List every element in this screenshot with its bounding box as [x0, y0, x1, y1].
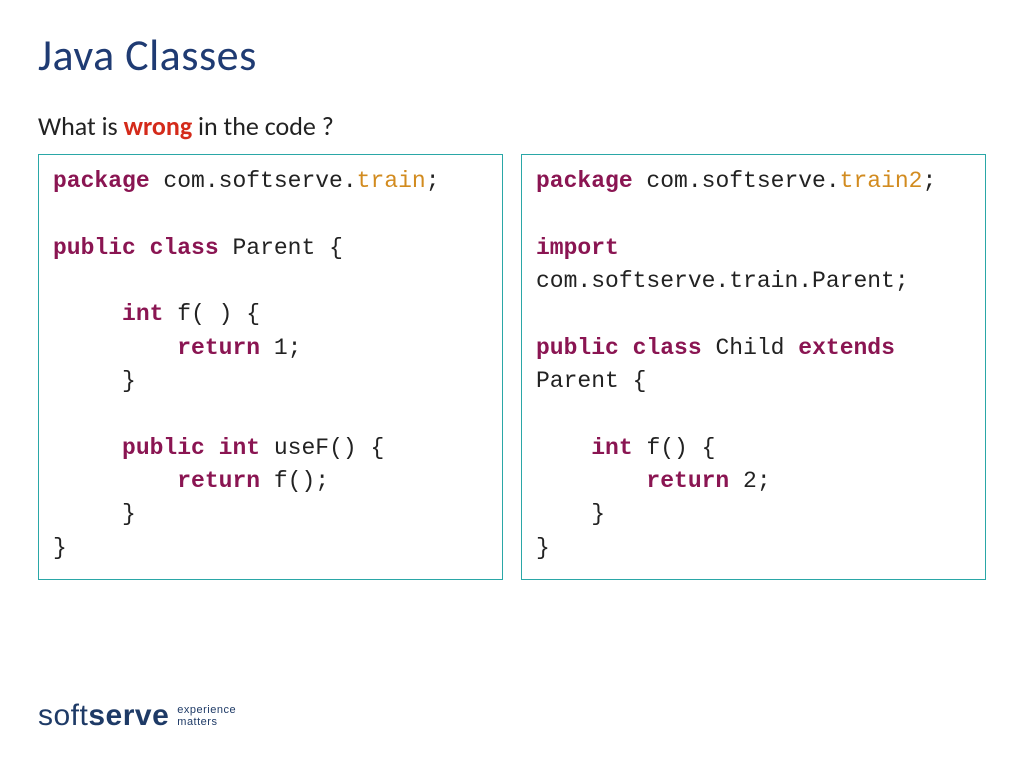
text: ; [426, 168, 440, 194]
kw-return: return [177, 335, 260, 361]
logo-soft: soft [38, 699, 88, 732]
logo-tag-line1: experience [177, 704, 236, 716]
kw-package: package [53, 168, 150, 194]
text: } [53, 368, 136, 394]
kw-int: int [122, 301, 163, 327]
subtitle-before: What is [38, 110, 124, 142]
logo-tagline: experience matters [177, 704, 236, 728]
text [205, 435, 219, 461]
logo-serve: serve [88, 699, 169, 732]
text: f( ) { [163, 301, 260, 327]
text: } [53, 535, 67, 561]
text: } [536, 501, 605, 527]
kw-public: public [122, 435, 205, 461]
code-left: package com.softserve.train; public clas… [38, 154, 503, 580]
text: Parent { [536, 368, 646, 394]
kw-return: return [646, 468, 729, 494]
text: ; [923, 168, 937, 194]
kw-public: public [536, 335, 619, 361]
kw-return: return [177, 468, 260, 494]
kw-class: class [150, 235, 219, 261]
code-right: package com.softserve.train2; import com… [521, 154, 986, 580]
text: useF() { [260, 435, 384, 461]
kw-class: class [633, 335, 702, 361]
kw-public: public [53, 235, 136, 261]
indent [53, 335, 177, 361]
kw-extends: extends [798, 335, 895, 361]
kw-import: import [536, 235, 619, 261]
slide-subtitle: What is wrong in the code ? [38, 110, 986, 142]
text: } [53, 501, 136, 527]
indent [53, 468, 177, 494]
text: com.softserve. [633, 168, 840, 194]
pkg-name: train2 [840, 168, 923, 194]
pkg-name: train [357, 168, 426, 194]
subtitle-after: in the code ? [192, 110, 334, 142]
kw-package: package [536, 168, 633, 194]
text [619, 335, 633, 361]
text: f() { [633, 435, 716, 461]
logo-tag-line2: matters [177, 716, 236, 728]
text: com.softserve.train.Parent; [536, 268, 909, 294]
slide: Java Classes What is wrong in the code ?… [0, 0, 1024, 767]
text: f(); [260, 468, 329, 494]
text: 1; [260, 335, 301, 361]
text: 2; [729, 468, 770, 494]
indent [53, 301, 122, 327]
text: Child [702, 335, 799, 361]
code-columns: package com.softserve.train; public clas… [38, 154, 986, 580]
text: com.softserve. [150, 168, 357, 194]
kw-int: int [219, 435, 260, 461]
text [136, 235, 150, 261]
indent [536, 468, 646, 494]
text: Parent { [219, 235, 343, 261]
subtitle-wrong: wrong [124, 110, 193, 142]
slide-title: Java Classes [38, 28, 986, 82]
indent [53, 435, 122, 461]
indent [536, 435, 591, 461]
logo: softserve experience matters [38, 699, 236, 733]
text: } [536, 535, 550, 561]
kw-int: int [591, 435, 632, 461]
logo-wordmark: softserve [38, 699, 169, 733]
